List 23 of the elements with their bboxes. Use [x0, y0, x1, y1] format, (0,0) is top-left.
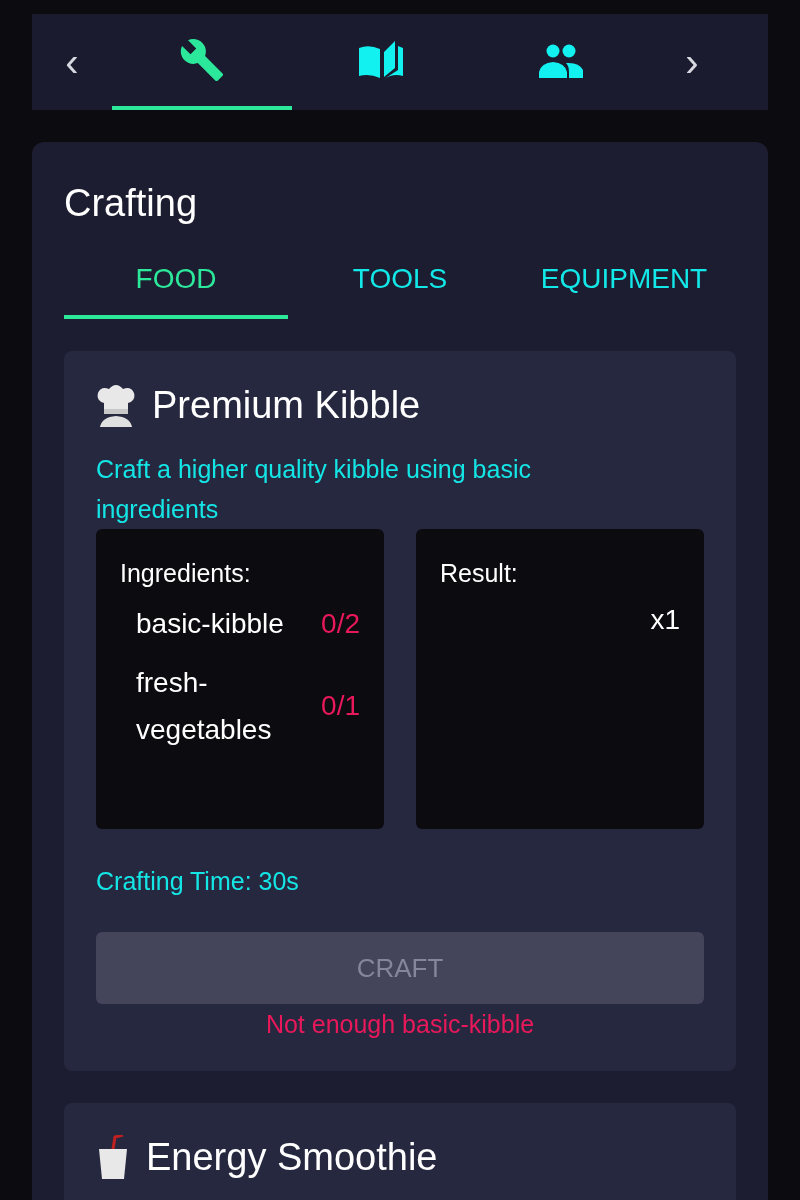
ingredient-count: 0/1 — [321, 690, 360, 722]
book-icon — [359, 40, 405, 80]
chef-hat-icon — [96, 383, 136, 427]
recipe-title: Premium Kibble — [152, 383, 421, 427]
ingredient-name: basic-kibble — [136, 607, 285, 641]
category-tab[interactable]: TOOLS — [288, 253, 512, 319]
recipe-title: Energy Smoothie — [146, 1135, 438, 1179]
previous-button[interactable]: ‹ — [32, 14, 112, 110]
recipe-description: Craft a higher quality kibble using basic ingredients — [96, 454, 532, 525]
next-button[interactable]: › — [652, 14, 732, 110]
cup-icon — [96, 1135, 130, 1179]
result-quantity: x1 — [649, 604, 680, 636]
result-label: Result: — [440, 559, 519, 588]
category-tab[interactable]: EQUIPMENT — [512, 253, 736, 319]
wrench-icon — [179, 37, 225, 83]
ingredient-count: 0/2 — [321, 607, 360, 640]
crafting-time: Crafting Time: 30s — [96, 867, 300, 896]
ingredients-label: Ingredients: — [120, 559, 252, 588]
error-message: Not enough basic-kibble — [264, 1010, 536, 1039]
people-icon — [539, 42, 585, 78]
panel-title: Crafting — [64, 182, 199, 225]
ingredient-name: fresh-vegetables — [136, 666, 273, 747]
category-tab[interactable]: FOOD — [64, 253, 288, 319]
